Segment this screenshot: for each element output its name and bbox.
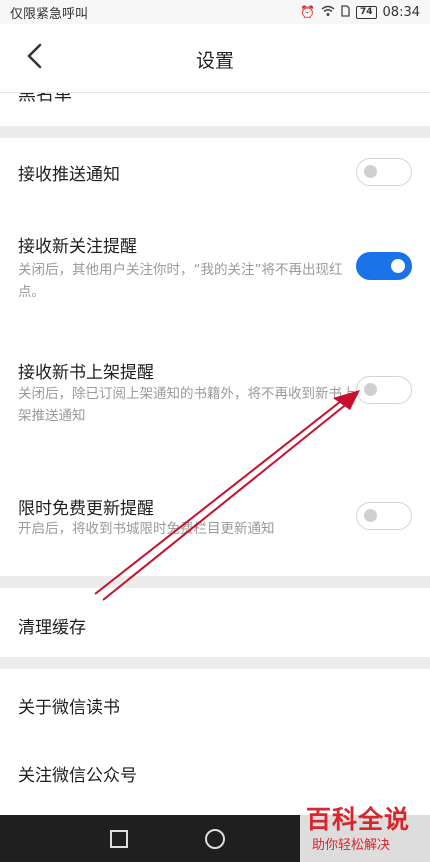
status-bar: 仅限紧急呼叫 ⏰ 74 08:34 <box>0 0 430 24</box>
nav-divider <box>0 92 430 93</box>
setting-description: 关闭后，除已订阅上架通知的书籍外，将不再收到新书上架推送通知 <box>18 386 356 424</box>
setting-title: 限时免费更新提醒 <box>18 499 154 519</box>
status-time: 08:34 <box>382 4 420 20</box>
toggle-push[interactable] <box>356 158 412 186</box>
home-button[interactable] <box>204 828 226 850</box>
section-divider <box>0 657 430 669</box>
blacklist-row[interactable]: 黑名单 <box>0 92 430 126</box>
setting-title: 接收新书上架提醒 <box>18 363 154 383</box>
recents-button[interactable] <box>108 828 130 850</box>
setting-row-new-book: 接收新书上架提醒 关闭后，除已订阅上架通知的书籍外，将不再收到新书上架推送通知 <box>0 316 430 456</box>
watermark-main: 百科全说 <box>306 805 411 834</box>
section-divider <box>0 576 430 588</box>
about-label: 关于微信读书 <box>18 698 120 718</box>
setting-row-follow: 接收新关注提醒 关闭后，其他用户关注你时，“我的关注”将不再出现红点。 <box>0 206 430 316</box>
status-carrier-text: 仅限紧急呼叫 <box>10 6 89 22</box>
toggle-knob <box>364 383 377 396</box>
setting-title: 接收新关注提醒 <box>18 237 137 257</box>
toggle-knob <box>391 258 405 273</box>
setting-title: 接收推送通知 <box>18 165 120 185</box>
battery-indicator: 74 <box>356 5 377 19</box>
about-row[interactable]: 关于微信读书 <box>0 669 430 737</box>
wifi-icon <box>321 5 335 19</box>
setting-row-push: 接收推送通知 <box>0 138 430 206</box>
clear-cache-label: 清理缓存 <box>18 618 86 638</box>
follow-account-label: 关注微信公众号 <box>18 766 137 786</box>
page-title: 设置 <box>195 50 234 72</box>
toggle-new-book[interactable] <box>356 376 412 404</box>
square-icon <box>110 830 128 848</box>
nav-bar: 设置 <box>0 24 430 92</box>
setting-description: 开启后，将收到书城限时免费栏目更新通知 <box>18 521 275 537</box>
setting-row-free: 限时免费更新提醒 开启后，将收到书城限时免费栏目更新通知 <box>0 456 430 576</box>
toggle-knob <box>364 165 377 178</box>
blacklist-label: 黑名单 <box>18 92 72 105</box>
setting-description: 关闭后，其他用户关注你时，“我的关注”将不再出现红点。 <box>18 262 343 300</box>
circle-icon <box>205 829 225 849</box>
status-icons: ⏰ 74 08:34 <box>300 5 420 20</box>
toggle-knob <box>364 509 377 522</box>
sim-icon <box>341 5 350 19</box>
toggle-free[interactable] <box>356 502 412 530</box>
alarm-icon: ⏰ <box>300 5 315 19</box>
clear-cache-row[interactable]: 清理缓存 <box>0 588 430 658</box>
watermark: 百科全说 助你轻松解决 <box>300 800 430 862</box>
watermark-sub: 助你轻松解决 <box>312 838 391 853</box>
toggle-follow[interactable] <box>356 252 412 280</box>
section-divider <box>0 126 430 138</box>
